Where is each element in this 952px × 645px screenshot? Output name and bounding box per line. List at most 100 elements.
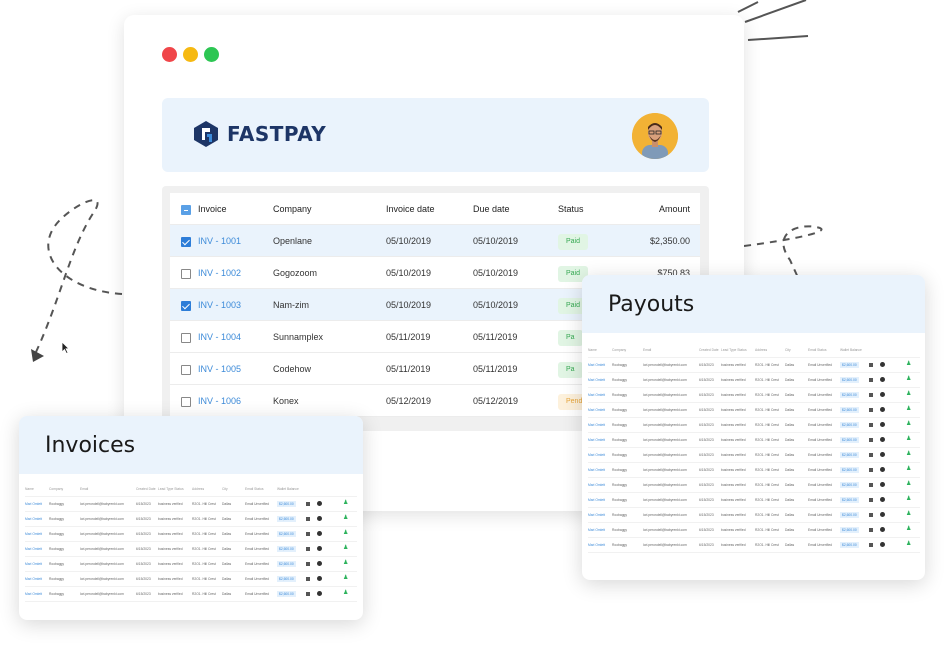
mini-table-row[interactable]: Mari Omlett Roobaggy lori.perondell@babyre…	[25, 527, 357, 542]
info-icon[interactable]	[317, 516, 322, 521]
mini-column-header[interactable]: Email	[80, 487, 88, 491]
document-icon[interactable]	[869, 498, 873, 502]
document-icon[interactable]	[869, 438, 873, 442]
mini-table-row[interactable]: Mari Omlett Roobaggy lori.perondell@babyre…	[588, 373, 920, 388]
mini-cell-name[interactable]: Mari Omlett	[588, 513, 605, 517]
mini-cell-name[interactable]: Mari Omlett	[25, 562, 42, 566]
document-icon[interactable]	[869, 363, 873, 367]
mini-table-row[interactable]: Mari Omlett Roobaggy lori.perondell@babyre…	[25, 497, 357, 512]
document-icon[interactable]	[306, 547, 310, 551]
mini-table-row[interactable]: Mari Omlett Roobaggy lori.perondell@babyre…	[588, 478, 920, 493]
document-icon[interactable]	[869, 423, 873, 427]
mini-column-header[interactable]: Name	[25, 487, 34, 491]
info-icon[interactable]	[317, 546, 322, 551]
mini-cell-name[interactable]: Mari Omlett	[25, 517, 42, 521]
mini-cell-name[interactable]: Mari Omlett	[588, 453, 605, 457]
mini-cell-name[interactable]: Mari Omlett	[588, 468, 605, 472]
info-icon[interactable]	[317, 591, 322, 596]
info-icon[interactable]	[880, 482, 885, 487]
mini-column-header[interactable]: Address	[755, 348, 767, 352]
mini-table-row[interactable]: Mari Omlett Roobaggy lori.perondell@babyre…	[588, 433, 920, 448]
user-action-icon[interactable]: ♟	[343, 560, 348, 566]
mini-column-header[interactable]: Email Status	[808, 348, 827, 352]
table-row[interactable]: INV - 1001 Openlane 05/10/2019 05/10/2019 Pa…	[170, 225, 700, 257]
user-action-icon[interactable]: ♟	[906, 481, 911, 487]
mini-table-row[interactable]: Mari Omlett Roobaggy lori.perondell@babyre…	[588, 493, 920, 508]
document-icon[interactable]	[869, 543, 873, 547]
document-icon[interactable]	[306, 562, 310, 566]
mini-cell-name[interactable]: Mari Omlett	[588, 543, 605, 547]
user-action-icon[interactable]: ♟	[906, 376, 911, 382]
mini-cell-name[interactable]: Mari Omlett	[588, 363, 605, 367]
column-header-invoice[interactable]: Invoice	[198, 193, 227, 225]
row-checkbox[interactable]	[181, 396, 191, 407]
user-action-icon[interactable]: ♟	[343, 530, 348, 536]
mini-cell-name[interactable]: Mari Omlett	[25, 502, 42, 506]
row-checkbox[interactable]	[181, 236, 191, 247]
document-icon[interactable]	[869, 378, 873, 382]
mini-table-row[interactable]: Mari Omlett Roobaggy lori.perondell@babyre…	[588, 538, 920, 553]
select-all-checkbox[interactable]	[181, 204, 191, 215]
info-icon[interactable]	[880, 542, 885, 547]
user-action-icon[interactable]: ♟	[343, 575, 348, 581]
info-icon[interactable]	[880, 527, 885, 532]
info-icon[interactable]	[880, 497, 885, 502]
document-icon[interactable]	[869, 483, 873, 487]
info-icon[interactable]	[880, 437, 885, 442]
info-icon[interactable]	[880, 377, 885, 382]
document-icon[interactable]	[869, 468, 873, 472]
document-icon[interactable]	[869, 408, 873, 412]
user-action-icon[interactable]: ♟	[906, 451, 911, 457]
mini-cell-name[interactable]: Mari Omlett	[588, 483, 605, 487]
maximize-window-button[interactable]	[204, 47, 219, 62]
info-icon[interactable]	[880, 512, 885, 517]
mini-cell-name[interactable]: Mari Omlett	[588, 423, 605, 427]
invoice-id-link[interactable]: INV - 1003	[198, 289, 241, 321]
user-action-icon[interactable]: ♟	[343, 590, 348, 596]
mini-table-row[interactable]: Mari Omlett Roobaggy lori.perondell@babyre…	[588, 448, 920, 463]
mini-table-row[interactable]: Mari Omlett Roobaggy lori.perondell@babyre…	[25, 572, 357, 587]
user-action-icon[interactable]: ♟	[906, 421, 911, 427]
brand-logo[interactable]: FASTPAY	[191, 119, 326, 149]
column-header-invoice-date[interactable]: Invoice date	[386, 193, 435, 225]
user-action-icon[interactable]: ♟	[906, 526, 911, 532]
mini-column-header[interactable]: Company	[49, 487, 63, 491]
document-icon[interactable]	[306, 532, 310, 536]
mini-table-row[interactable]: Mari Omlett Roobaggy lori.perondell@babyre…	[25, 557, 357, 572]
document-icon[interactable]	[306, 502, 310, 506]
mini-cell-name[interactable]: Mari Omlett	[588, 498, 605, 502]
info-icon[interactable]	[880, 407, 885, 412]
document-icon[interactable]	[869, 393, 873, 397]
mini-table-row[interactable]: Mari Omlett Roobaggy lori.perondell@babyre…	[588, 403, 920, 418]
mini-table-row[interactable]: Mari Omlett Roobaggy lori.perondell@babyre…	[588, 508, 920, 523]
info-icon[interactable]	[880, 422, 885, 427]
mini-table-row[interactable]: Mari Omlett Roobaggy lori.perondell@babyre…	[588, 523, 920, 538]
mini-cell-name[interactable]: Mari Omlett	[25, 592, 42, 596]
mini-column-header[interactable]: City	[222, 487, 228, 491]
mini-column-header[interactable]: Lead Type Status	[158, 487, 184, 491]
mini-column-header[interactable]: Name	[588, 348, 597, 352]
info-icon[interactable]	[880, 467, 885, 472]
column-header-company[interactable]: Company	[273, 193, 312, 225]
mini-cell-name[interactable]: Mari Omlett	[25, 532, 42, 536]
info-icon[interactable]	[880, 392, 885, 397]
mini-cell-name[interactable]: Mari Omlett	[25, 577, 42, 581]
mini-table-row[interactable]: Mari Omlett Roobaggy lori.perondell@babyre…	[588, 388, 920, 403]
document-icon[interactable]	[306, 577, 310, 581]
invoice-id-link[interactable]: INV - 1001	[198, 225, 241, 257]
user-action-icon[interactable]: ♟	[906, 436, 911, 442]
user-action-icon[interactable]: ♟	[906, 466, 911, 472]
mini-column-header[interactable]: Created Date	[136, 487, 156, 491]
user-action-icon[interactable]: ♟	[906, 361, 911, 367]
mini-cell-name[interactable]: Mari Omlett	[588, 408, 605, 412]
document-icon[interactable]	[306, 592, 310, 596]
document-icon[interactable]	[869, 513, 873, 517]
column-header-status[interactable]: Status	[558, 193, 584, 225]
mini-column-header[interactable]: Wallet Balance	[277, 487, 299, 491]
document-icon[interactable]	[869, 453, 873, 457]
mini-table-row[interactable]: Mari Omlett Roobaggy lori.perondell@babyre…	[25, 542, 357, 557]
row-checkbox[interactable]	[181, 268, 191, 279]
invoice-id-link[interactable]: INV - 1006	[198, 385, 241, 417]
mini-column-header[interactable]: Email Status	[245, 487, 264, 491]
user-action-icon[interactable]: ♟	[906, 391, 911, 397]
